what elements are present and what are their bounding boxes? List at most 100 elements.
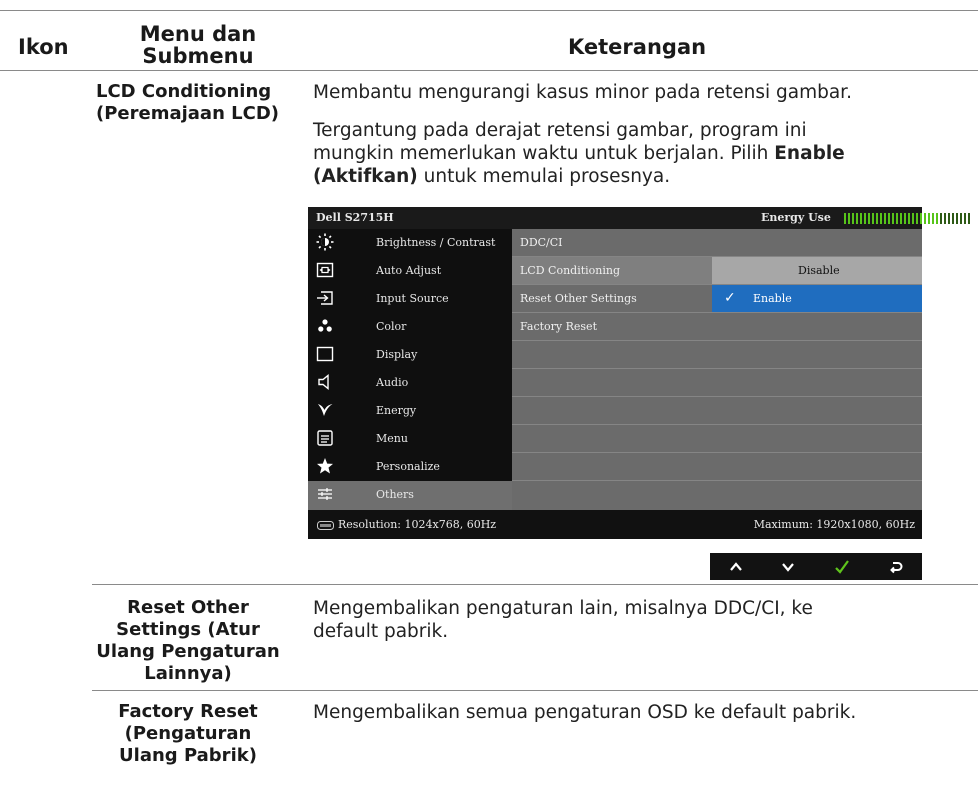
- energy-segment: [968, 213, 970, 224]
- auto-adjust-icon: [316, 261, 334, 279]
- back-icon: [890, 562, 903, 574]
- back-button[interactable]: [876, 555, 916, 578]
- osd-submenu-empty: [512, 481, 922, 508]
- row2-desc: Mengembalikan pengaturan lain, misalnya …: [313, 597, 813, 643]
- header-menu-line1: Menu dan: [139, 22, 257, 46]
- osd-submenu-ddcci[interactable]: DDC/CI: [512, 229, 922, 257]
- osd-submenu-label: DDC/CI: [520, 236, 563, 249]
- row1-desc2-line3: (Aktifkan) untuk memulai prosesnya.: [313, 165, 845, 188]
- check-icon: [835, 560, 849, 574]
- osd-resolution: Resolution: 1024x768, 60Hz: [338, 518, 497, 531]
- osd-menu-label: Personalize: [376, 460, 440, 473]
- row2-label: Reset Other Settings (Atur Ulang Pengatu…: [90, 597, 286, 685]
- osd-menu-audio[interactable]: Audio: [308, 369, 512, 397]
- input-source-icon: [316, 289, 334, 307]
- row3-desc: Mengembalikan semua pengaturan OSD ke de…: [313, 702, 857, 723]
- energy-segment: [928, 213, 930, 224]
- energy-segment: [924, 213, 926, 224]
- osd-menu-brightness[interactable]: Brightness / Contrast: [308, 229, 512, 257]
- energy-segment: [900, 213, 902, 224]
- menu-icon: [316, 429, 334, 447]
- osd-menu-display[interactable]: Display: [308, 341, 512, 369]
- row1-desc2-line1: Tergantung pada derajat retensi gambar, …: [313, 120, 807, 141]
- energy-segment: [888, 213, 890, 224]
- energy-segment: [912, 213, 914, 224]
- brightness-icon: [316, 233, 334, 251]
- energy-segment: [876, 213, 878, 224]
- row1-label: LCD Conditioning (Peremajaan LCD): [96, 81, 279, 125]
- up-button[interactable]: [716, 555, 756, 578]
- osd-submenu-empty: [512, 453, 922, 481]
- energy-segment: [916, 213, 918, 224]
- row1-rule: [92, 584, 978, 585]
- row3-label-line2: (Pengaturan: [124, 723, 252, 744]
- osd-submenu-factory-reset[interactable]: Factory Reset: [512, 313, 922, 341]
- osd-option-disable[interactable]: Disable: [712, 257, 922, 284]
- others-icon: [316, 485, 334, 503]
- osd-submenu-label: LCD Conditioning: [520, 264, 621, 277]
- row2-label-line2: Settings (Atur: [116, 619, 260, 640]
- ok-button[interactable]: [822, 555, 862, 578]
- top-rule: [0, 10, 978, 11]
- row1-desc2: Tergantung pada derajat retensi gambar, …: [313, 119, 845, 188]
- energy-segment: [848, 213, 850, 224]
- osd-menu-personalize[interactable]: Personalize: [308, 453, 512, 481]
- row1-label-line2: (Peremajaan LCD): [96, 103, 280, 124]
- energy-segment: [960, 213, 962, 224]
- osd-menu-label: Energy: [376, 404, 417, 417]
- osd-submenu-lcd-conditioning[interactable]: LCD Conditioning Disable: [512, 257, 922, 285]
- energy-segment: [892, 213, 894, 224]
- osd-submenu-empty: [512, 369, 922, 397]
- energy-segment: [936, 213, 938, 224]
- energy-segment: [864, 213, 866, 224]
- dp-connector-icon: [317, 520, 334, 533]
- row1-desc2-line3-text: untuk memulai prosesnya.: [417, 166, 671, 187]
- osd-top-bar: Dell S2715H Energy Use: [308, 207, 970, 229]
- down-icon: [782, 563, 794, 572]
- osd-menu-auto-adjust[interactable]: Auto Adjust: [308, 257, 512, 285]
- energy-segment: [852, 213, 854, 224]
- row1-desc2-enable: Enable: [774, 143, 845, 164]
- row2-desc-line2: default pabrik.: [313, 621, 449, 642]
- osd-menu-label: Input Source: [376, 292, 449, 305]
- display-icon: [316, 345, 334, 363]
- row2-label-line4: Lainnya): [144, 663, 232, 684]
- osd-option-enable[interactable]: ✓ Enable: [712, 285, 922, 312]
- energy-segment: [940, 213, 942, 224]
- osd-menu-energy[interactable]: Energy: [308, 397, 512, 425]
- osd-menu-color[interactable]: Color: [308, 313, 512, 341]
- osd-menu-label: Audio: [376, 376, 409, 389]
- speaker-icon: [316, 373, 334, 391]
- energy-segment: [904, 213, 906, 224]
- energy-segment: [932, 213, 934, 224]
- energy-use-bar: [844, 213, 970, 224]
- energy-segment: [844, 213, 846, 224]
- osd-submenu-reset-other[interactable]: Reset Other Settings ✓ Enable: [512, 285, 922, 313]
- row2-label-line3: Ulang Pengaturan: [96, 641, 280, 662]
- row2-label-line1: Reset Other: [127, 597, 249, 618]
- osd-menu-label: Brightness / Contrast: [376, 236, 496, 249]
- row2-desc-line1: Mengembalikan pengaturan lain, misalnya …: [313, 598, 813, 619]
- energy-segment: [856, 213, 858, 224]
- osd-menu-input-source[interactable]: Input Source: [308, 285, 512, 313]
- header-rule: [0, 70, 978, 71]
- energy-segment: [920, 213, 922, 224]
- osd-option-label: Disable: [798, 264, 840, 277]
- header-menu-col: Menu dan Submenu: [128, 23, 268, 67]
- osd-submenu-label: Reset Other Settings: [520, 292, 637, 305]
- energy-segment: [884, 213, 886, 224]
- osd-option-label: Enable: [753, 292, 792, 305]
- star-icon: [316, 457, 334, 475]
- row3-label: Factory Reset (Pengaturan Ulang Pabrik): [90, 701, 286, 767]
- osd-menu-menu[interactable]: Menu: [308, 425, 512, 453]
- energy-segment: [964, 213, 966, 224]
- osd-menu-others[interactable]: Others: [308, 481, 512, 510]
- header-desc-col: Keterangan: [568, 35, 707, 59]
- osd-submenu-empty: [512, 397, 922, 425]
- osd-max-resolution: Maximum: 1920x1080, 60Hz: [753, 518, 915, 531]
- energy-segment: [944, 213, 946, 224]
- osd-submenu-empty: [512, 341, 922, 369]
- down-button[interactable]: [768, 555, 808, 578]
- energy-icon: [316, 401, 334, 419]
- osd-model-name: Dell S2715H: [316, 211, 394, 224]
